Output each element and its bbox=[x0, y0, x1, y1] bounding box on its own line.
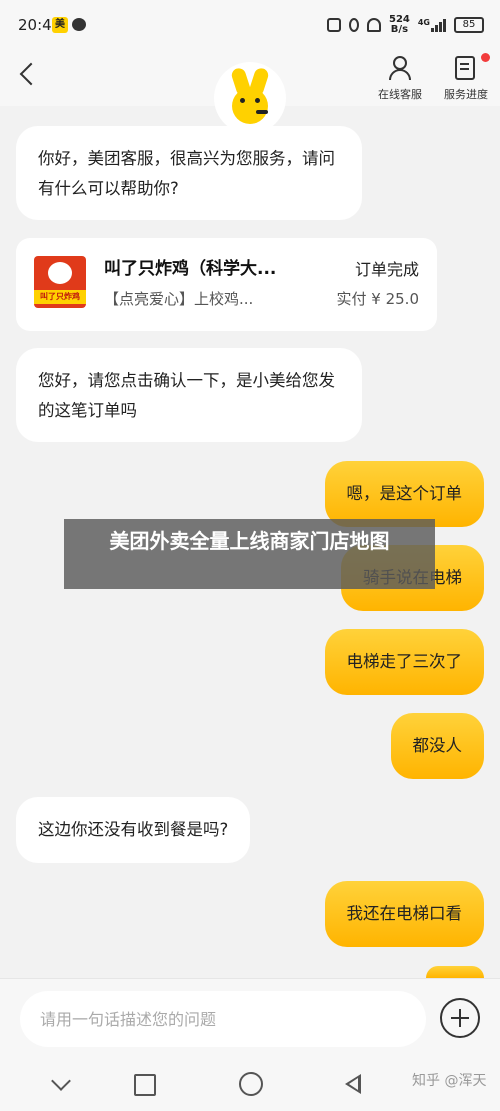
message-incoming: 您好，请您点击确认一下，是小美给您发的这笔订单吗 bbox=[16, 348, 362, 442]
message-outgoing: 我还在电梯口看 bbox=[324, 881, 484, 947]
order-status: 订单完成 bbox=[354, 260, 419, 279]
nav-home-icon[interactable] bbox=[237, 1070, 265, 1098]
nav-menu-down-icon[interactable] bbox=[48, 1070, 76, 1098]
message-outgoing: 都没人 bbox=[390, 713, 484, 779]
shop-thumbnail: 叫了只炸鸡 bbox=[34, 256, 86, 308]
order-amount: 实付 ¥ 25.0 bbox=[336, 290, 419, 308]
service-progress-button[interactable]: 服务进度 bbox=[433, 53, 499, 103]
order-description: 【点亮爱心】上校鸡... bbox=[104, 290, 254, 308]
status-icons: 524 B/s 4G 85 bbox=[326, 14, 484, 36]
message-input[interactable] bbox=[20, 991, 426, 1047]
network-type: 4G bbox=[417, 18, 430, 27]
shop-thumbnail-text: 叫了只炸鸡 bbox=[34, 290, 86, 304]
network-speed: 524 B/s bbox=[389, 15, 410, 35]
nfc-icon bbox=[326, 18, 341, 32]
watermark: 知乎 @浑天 bbox=[412, 1073, 487, 1089]
signal-icon: 4G bbox=[418, 18, 446, 32]
message-outgoing-partial bbox=[426, 966, 484, 978]
back-button[interactable] bbox=[14, 60, 44, 90]
message-notification-icon bbox=[72, 18, 86, 31]
network-speed-unit: B/s bbox=[390, 24, 409, 35]
message-input-bar bbox=[0, 978, 500, 1058]
message-incoming: 这边你还没有收到餐是吗? bbox=[16, 797, 251, 863]
nav-back-icon[interactable] bbox=[342, 1070, 370, 1098]
nav-recent-apps-icon[interactable] bbox=[130, 1070, 158, 1098]
service-progress-icon bbox=[455, 56, 475, 80]
notification-dot bbox=[481, 53, 490, 62]
order-card[interactable]: 叫了只炸鸡 叫了只炸鸡（科学大... 订单完成 【点亮爱心】上校鸡... 实付 … bbox=[16, 238, 437, 331]
add-attachment-button[interactable] bbox=[440, 998, 480, 1038]
message-outgoing: 电梯走了三次了 bbox=[324, 629, 484, 695]
message-outgoing: 嗯，是这个订单 bbox=[324, 461, 484, 527]
online-customer-service-label: 在线客服 bbox=[378, 88, 422, 101]
overlay-banner: 美团外卖全量上线商家门店地图 bbox=[64, 519, 435, 589]
status-bar: 20:44 美 524 B/s 4G 85 bbox=[0, 0, 500, 50]
bluetooth-icon bbox=[348, 18, 359, 32]
customer-service-icon bbox=[388, 56, 412, 80]
online-customer-service-button[interactable]: 在线客服 bbox=[367, 53, 433, 103]
meituan-app-icon: 美 bbox=[52, 17, 68, 33]
mute-icon bbox=[366, 18, 381, 32]
order-shop-name: 叫了只炸鸡（科学大... bbox=[104, 259, 277, 279]
service-progress-label: 服务进度 bbox=[444, 88, 488, 101]
battery-icon: 85 bbox=[454, 17, 484, 33]
message-incoming: 你好，美团客服，很高兴为您服务，请问有什么可以帮助你? bbox=[16, 126, 362, 220]
meituan-mascot-avatar bbox=[214, 62, 286, 134]
